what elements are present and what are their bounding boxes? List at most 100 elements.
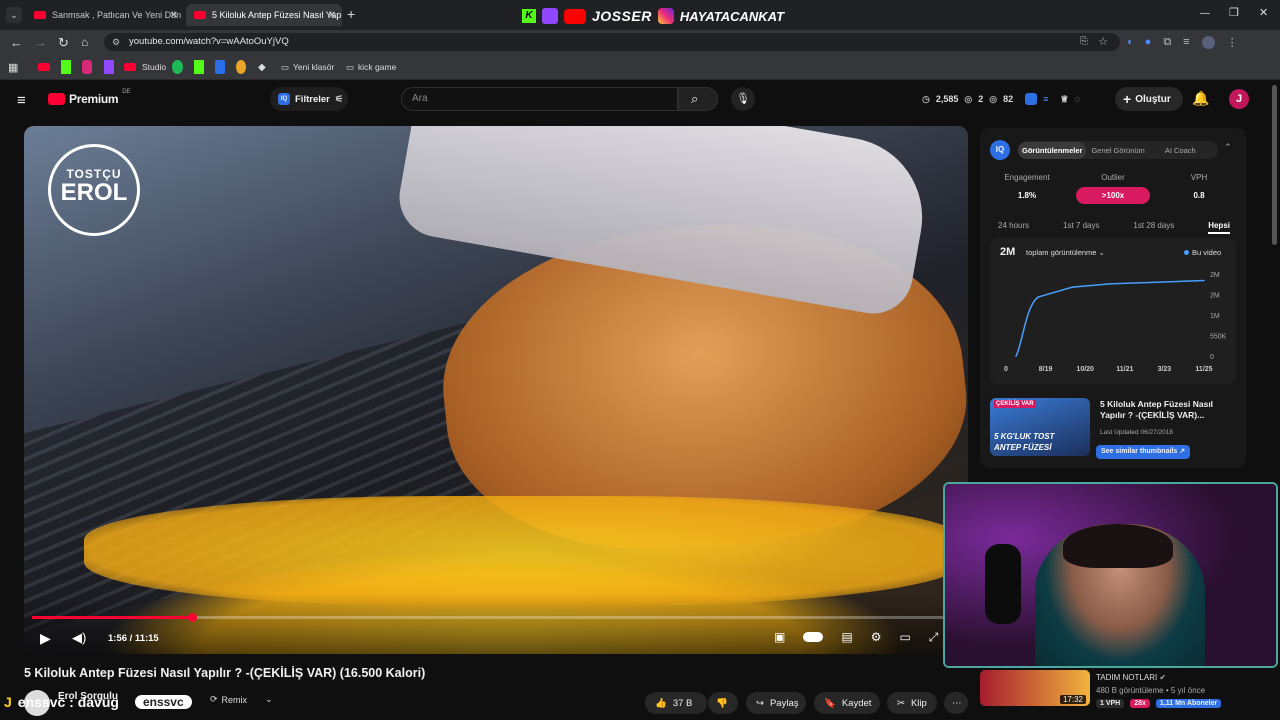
- dislike-button[interactable]: 👎: [708, 692, 738, 714]
- reload-icon[interactable]: ↻: [58, 35, 69, 51]
- controls-gradient: [24, 594, 968, 654]
- site-info-icon[interactable]: ⚙: [112, 33, 120, 51]
- back-icon[interactable]: ←: [10, 35, 23, 50]
- recommended-channel[interactable]: TADIM NOTLARI ✔: [1096, 673, 1166, 682]
- panel-tabs: Görüntülenmeler Genel Görünüm AI Coach: [1018, 141, 1218, 159]
- watermark-name: EROL: [60, 179, 128, 206]
- y-tick-label: 2M: [1210, 272, 1220, 279]
- tab-views[interactable]: Görüntülenmeler: [1018, 141, 1087, 159]
- new-tab-button[interactable]: +: [347, 6, 355, 22]
- bookmark-youtube-icon[interactable]: [38, 60, 56, 74]
- total-dropdown[interactable]: toplam görüntülenme ⌄: [1026, 248, 1105, 257]
- legend: Bu video: [1184, 248, 1221, 257]
- metric-value: >100x: [1076, 187, 1150, 204]
- video-player[interactable]: TOSTÇU EROL ▶ ◀) 1:56 / 11:15 ▣ ▤ ⚙ ▭ ⤢: [24, 126, 968, 654]
- search-input[interactable]: Ara: [401, 87, 678, 111]
- notifications-bell-icon[interactable]: 🔔: [1192, 90, 1209, 107]
- url-field[interactable]: ⚙ youtube.com/watch?v=wAAtoOuYjVQ ⎘ ☆: [104, 33, 1120, 51]
- apps-icon[interactable]: ▦: [8, 60, 18, 74]
- bookmark-studio[interactable]: Studio: [124, 60, 166, 74]
- thumbnail-card[interactable]: ÇEKİLİŞ VAR 5 KG'LUK TOST ANTEP FÜZESİ: [990, 398, 1090, 456]
- puzzle-icon[interactable]: ⧉: [1163, 36, 1171, 49]
- range-28d[interactable]: 1st 28 days: [1133, 221, 1174, 234]
- tab-search-icon[interactable]: ⌄: [6, 7, 22, 23]
- save-label: Kaydet: [841, 697, 872, 709]
- extension-icon[interactable]: ●: [1145, 36, 1152, 49]
- autoplay-toggle[interactable]: [803, 632, 824, 642]
- search-button[interactable]: ⌕: [678, 87, 718, 111]
- chat-icon[interactable]: ◌: [1074, 94, 1079, 104]
- subtitles-icon[interactable]: ▤: [841, 630, 852, 645]
- bookmark-spotify-icon[interactable]: [172, 60, 183, 74]
- range-24h[interactable]: 24 hours: [998, 221, 1029, 234]
- hamburger-menu-icon[interactable]: ≡: [17, 92, 26, 109]
- miniplayer-icon[interactable]: ▭: [899, 630, 910, 645]
- bookmark-ext3-icon[interactable]: ◆: [258, 60, 266, 74]
- clip-button[interactable]: ✂ Klip: [887, 692, 937, 714]
- media-icon[interactable]: ≡: [1183, 36, 1189, 49]
- filters-button[interactable]: IQ Filtreler ⚟: [270, 87, 348, 111]
- iq-icon[interactable]: [1025, 93, 1038, 105]
- bookmark-folder-2[interactable]: ▭ kick game: [346, 60, 396, 74]
- bookmark-folder-1[interactable]: ▭ Yeni klasör: [281, 60, 334, 74]
- fullscreen-icon[interactable]: ⤢: [929, 630, 939, 645]
- volume-icon[interactable]: ◀): [72, 630, 86, 646]
- bookmark-studio-label: Studio: [142, 62, 167, 72]
- progress-scrubber[interactable]: [187, 613, 197, 622]
- remix-button[interactable]: ⟳ Remix ⌄: [210, 694, 273, 705]
- close-icon[interactable]: ✕: [328, 10, 336, 21]
- chevron-down-icon: ⌄: [265, 694, 273, 704]
- bookmark-star-icon[interactable]: ☆: [1098, 33, 1108, 51]
- tab-overview[interactable]: Genel Görünüm: [1086, 146, 1154, 155]
- folder-2-label: kick game: [358, 62, 397, 72]
- create-button[interactable]: + Oluştur: [1115, 87, 1183, 111]
- trophy-icon[interactable]: ♕: [1060, 94, 1068, 105]
- page-scrollbar[interactable]: [1272, 85, 1277, 245]
- extension-icon[interactable]: ◖: [1126, 36, 1133, 49]
- banner-name-2: HAYATACANKAT: [679, 8, 785, 24]
- progress-track[interactable]: [32, 613, 960, 622]
- restore-button[interactable]: ❐: [1229, 6, 1239, 19]
- more-actions-button[interactable]: ⋯: [944, 692, 968, 714]
- menu-icon[interactable]: ⋮: [1227, 36, 1238, 49]
- bookmark-kick2-icon[interactable]: [194, 60, 204, 74]
- bookmark-ext-icon[interactable]: [215, 60, 225, 74]
- tab-2[interactable]: 5 Kiloluk Antep Füzesi Nasıl Yap ✕: [186, 4, 342, 26]
- like-button[interactable]: 👍 37 B: [645, 692, 707, 714]
- save-button[interactable]: 🔖 Kaydet: [814, 692, 880, 714]
- bookmark-kick-icon[interactable]: [61, 60, 71, 74]
- forward-icon[interactable]: →: [34, 35, 47, 50]
- youtube-logo[interactable]: Premium DE: [48, 89, 131, 106]
- range-all[interactable]: Hepsi: [1208, 221, 1230, 234]
- folder-1-label: Yeni klasör: [293, 62, 335, 72]
- folder-icon: ▭: [281, 61, 290, 72]
- list-icon[interactable]: ≡: [1043, 94, 1048, 104]
- recommended-thumbnail[interactable]: 17:32: [980, 670, 1090, 706]
- bookmark-instagram-icon[interactable]: [82, 60, 92, 74]
- home-icon[interactable]: ⌂: [81, 35, 88, 49]
- settings-gear-icon[interactable]: ⚙: [871, 630, 882, 645]
- minimize-button[interactable]: —: [1200, 8, 1210, 19]
- player-right-controls: ▣ ▤ ⚙ ▭ ⤢: [774, 630, 938, 645]
- bookmark-twitch-icon[interactable]: [104, 60, 114, 74]
- close-window-button[interactable]: ✕: [1259, 6, 1268, 19]
- close-icon[interactable]: ✕: [170, 10, 178, 21]
- stream-banner: K JOSSER HAYATACANKAT: [522, 6, 784, 26]
- range-7d[interactable]: 1st 7 days: [1063, 221, 1099, 234]
- similar-thumbnails-button[interactable]: See similar thumbnails ↗: [1096, 445, 1191, 459]
- play-button[interactable]: ▶: [40, 630, 51, 647]
- bookmark-ext2-icon[interactable]: [236, 60, 246, 74]
- stat-comments: 2: [978, 94, 984, 104]
- account-avatar[interactable]: J: [1229, 89, 1249, 109]
- tab-ai-coach[interactable]: AI Coach: [1155, 146, 1206, 155]
- voice-search-button[interactable]: 🎙: [731, 87, 755, 111]
- share-button[interactable]: ↪ Paylaş: [746, 692, 806, 714]
- install-icon[interactable]: ⎘: [1080, 33, 1088, 51]
- tab-1[interactable]: Sanmsak , Patlıcan Ve Yeni Dün ✕: [26, 4, 184, 26]
- youtube-play-icon: [48, 93, 65, 105]
- iq-player-icon[interactable]: ▣: [774, 630, 785, 645]
- collapse-icon[interactable]: ⌃: [1224, 142, 1232, 153]
- rec-outlier: 28x: [1130, 699, 1150, 708]
- eye2-icon: ◎: [989, 93, 998, 104]
- profile-icon[interactable]: [1201, 36, 1215, 49]
